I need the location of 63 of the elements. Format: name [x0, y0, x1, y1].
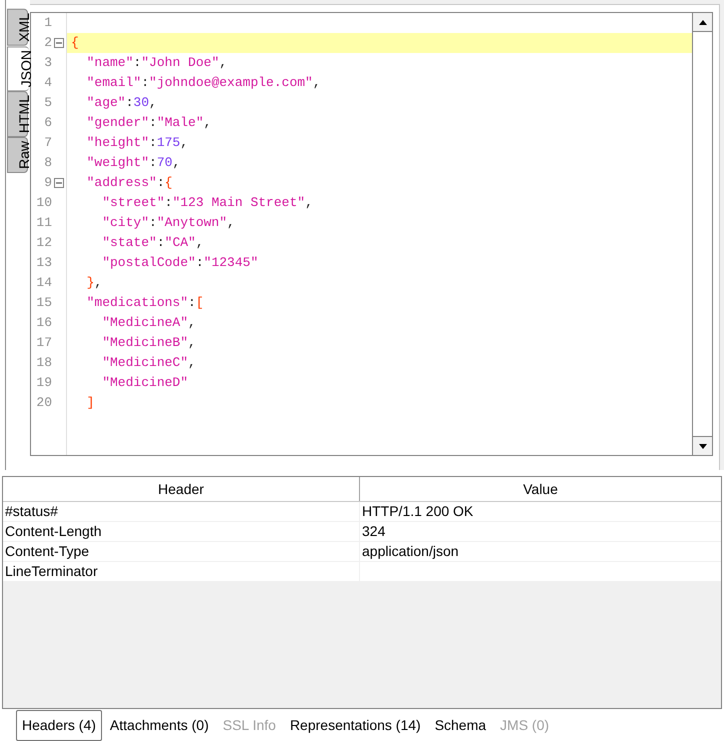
code-line: "age":30,: [86, 94, 157, 112]
bottom-tab[interactable]: Representations (14): [284, 710, 427, 740]
code-line: ]: [86, 394, 94, 412]
code-line: "email":"johndoe@example.com",: [86, 74, 321, 92]
code-line: },: [86, 274, 102, 292]
view-tab[interactable]: Raw: [7, 137, 28, 174]
line-number: 16: [36, 314, 52, 332]
line-number: 17: [36, 334, 52, 352]
view-tab[interactable]: HTML: [7, 91, 28, 138]
code-line: "city":"Anytown",: [101, 214, 235, 232]
line-number: 19: [36, 374, 52, 392]
code-line: "gender":"Male",: [86, 114, 212, 132]
line-number: 5: [44, 94, 52, 112]
down-arrow-icon: [698, 444, 706, 448]
table-cell: Content-Length: [3, 522, 360, 541]
column-header[interactable]: Value: [360, 477, 721, 501]
line-number: 20: [36, 394, 52, 412]
line-number: 4: [44, 74, 52, 92]
line-number: 14: [36, 274, 52, 292]
code-line: "state":"CA",: [101, 234, 204, 252]
column-header[interactable]: Header: [3, 477, 360, 501]
line-number: 10: [36, 194, 52, 212]
line-number: 2: [44, 34, 52, 52]
code-line: "height":175,: [86, 134, 188, 152]
code-line: "MedicineB",: [101, 334, 196, 352]
table-cell-text: HTTP/1.1 200 OK: [361, 502, 474, 521]
table-cell: #status#: [3, 502, 360, 521]
bottom-tab[interactable]: Attachments (0): [104, 710, 215, 740]
view-tab[interactable]: JSON: [7, 46, 29, 92]
table-cell-text: application/json: [361, 542, 460, 561]
line-number: 3: [44, 54, 52, 72]
code-line: "MedicineA",: [101, 314, 196, 332]
code-line: {: [71, 34, 79, 52]
line-number: 7: [44, 134, 52, 152]
line-number: 13: [36, 254, 52, 272]
line-number: 18: [36, 354, 52, 372]
code-line: "postalCode":"12345": [101, 254, 258, 272]
code-line: "medications":[: [86, 294, 204, 312]
table-cell-text: 324: [361, 522, 386, 541]
collapse-icon[interactable]: [54, 178, 64, 188]
vertical-scrollbar[interactable]: [692, 13, 712, 455]
up-arrow-icon: [698, 20, 706, 24]
line-number: 1: [44, 14, 52, 32]
line-number: 15: [36, 294, 52, 312]
code-line: "street":"123 Main Street",: [101, 194, 313, 212]
line-number: 11: [36, 214, 52, 232]
code-line: "address":{: [86, 174, 172, 192]
code-line: "MedicineD": [101, 374, 188, 392]
bottom-tab[interactable]: Schema: [428, 710, 492, 740]
scroll-down-button[interactable]: [693, 436, 712, 455]
line-number: 6: [44, 114, 52, 132]
line-number: 8: [44, 154, 52, 172]
code-line: "weight":70,: [86, 154, 180, 172]
code-line: "MedicineC",: [101, 354, 196, 372]
line-number: 12: [36, 234, 52, 252]
table-cell: LineTerminator: [3, 562, 360, 581]
scroll-up-button[interactable]: [693, 13, 712, 32]
view-tab[interactable]: XML: [7, 9, 28, 46]
bottom-tab[interactable]: Headers (4): [16, 710, 102, 740]
table-cell: Content-Type: [3, 542, 360, 561]
collapse-icon[interactable]: [54, 38, 64, 48]
code-line: "name":"John Doe",: [86, 54, 228, 72]
line-number: 9: [44, 174, 52, 192]
